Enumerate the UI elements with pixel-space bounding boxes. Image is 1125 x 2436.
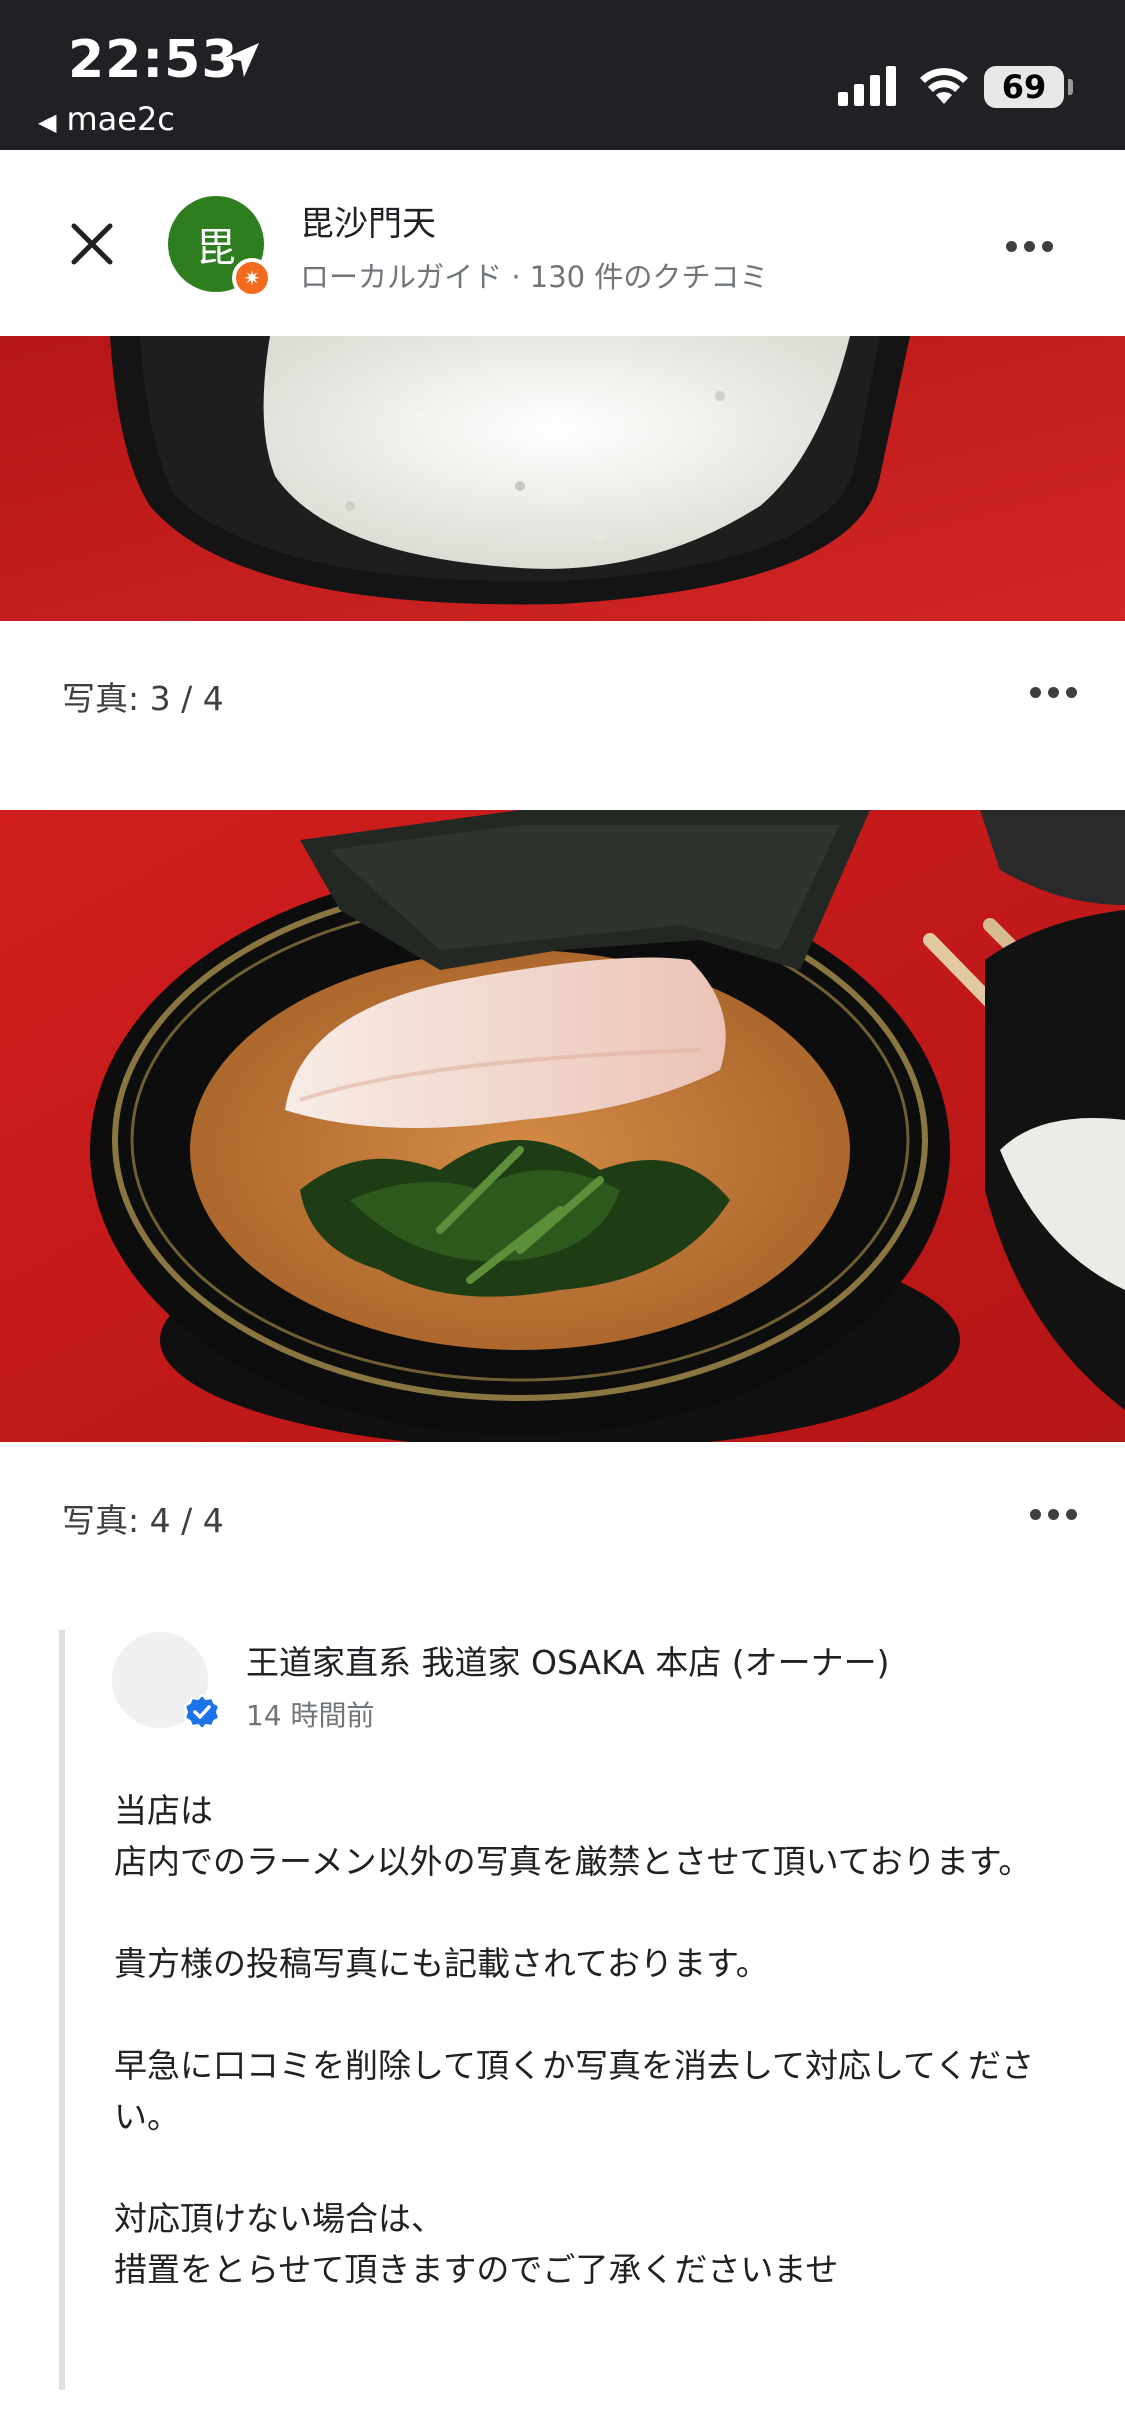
more-horizontal-icon — [1005, 240, 1017, 252]
rice-bowl-image — [0, 336, 1125, 621]
reply-paragraph — [114, 1989, 1044, 2040]
more-horizontal-icon — [1029, 1508, 1041, 1520]
back-to-app-link[interactable]: ◀ mae2c — [38, 100, 175, 138]
reply-paragraph — [114, 2142, 1044, 2193]
owner-reply-time: 14 時間前 — [246, 1699, 375, 1732]
owner-reply-text: 当店は 店内でのラーメン以外の写真を厳禁とさせて頂いております。 貴方様の投稿写… — [114, 1785, 1044, 2295]
photo-more-button[interactable] — [1018, 1494, 1088, 1534]
reply-paragraph: 貴方様の投稿写真にも記載されております。 — [114, 1944, 769, 1983]
local-guide-star-icon: ✷ — [232, 258, 272, 298]
reply-paragraph: 店内でのラーメン以外の写真を厳禁とさせて頂いております。 — [114, 1842, 1032, 1881]
verified-check-icon — [184, 1694, 220, 1730]
photo-caption-row: 写真: 3 / 4 — [0, 658, 1125, 728]
location-arrow-icon — [225, 43, 259, 77]
header-more-button[interactable] — [994, 226, 1064, 266]
close-button[interactable] — [62, 214, 122, 274]
review-header: 毘 ✷ 毘沙門天 ローカルガイド · 130 件のクチコミ — [0, 150, 1125, 336]
photo-caption-row: 写真: 4 / 4 — [0, 1480, 1125, 1550]
back-app-label: mae2c — [66, 100, 175, 138]
battery-icon: 69 — [984, 66, 1073, 108]
photo-ramen-bowl[interactable] — [0, 810, 1125, 1442]
reviewer-name[interactable]: 毘沙門天 — [300, 196, 436, 245]
photo-caption: 写真: 3 / 4 — [62, 679, 224, 718]
reply-paragraph: 措置をとらせて頂きますのでご了承くださいませ — [114, 2250, 839, 2289]
owner-name: 王道家直系 我道家 OSAKA 本店 (オーナー) — [246, 1643, 890, 1682]
more-horizontal-icon — [1029, 686, 1041, 698]
photo-rice-bowl[interactable] — [0, 336, 1125, 621]
ramen-bowl-image — [0, 810, 1125, 1442]
reply-paragraph: 早急に口コミを削除して頂くか写真を消去して対応してください。 — [114, 2046, 1035, 2136]
reply-paragraph: 対応頂けない場合は、 — [114, 2199, 444, 2238]
reviewer-avatar[interactable]: 毘 ✷ — [168, 196, 272, 298]
status-bar: 22:53 ◀ mae2c 69 — [0, 0, 1125, 150]
close-icon — [71, 223, 113, 265]
photo-caption: 写真: 4 / 4 — [62, 1501, 224, 1540]
wifi-icon — [920, 68, 968, 104]
reply-paragraph — [114, 1887, 1044, 1938]
photo-more-button[interactable] — [1018, 672, 1088, 712]
cellular-signal-icon — [838, 66, 896, 106]
back-triangle-icon: ◀ — [38, 108, 57, 136]
avatar-letter: 毘 — [196, 225, 236, 271]
reviewer-meta: ローカルガイド · 130 件のクチコミ — [300, 260, 769, 294]
reply-paragraph: 当店は — [114, 1791, 213, 1830]
reply-indent-bar — [59, 1630, 65, 2390]
status-time: 22:53 — [68, 30, 239, 90]
